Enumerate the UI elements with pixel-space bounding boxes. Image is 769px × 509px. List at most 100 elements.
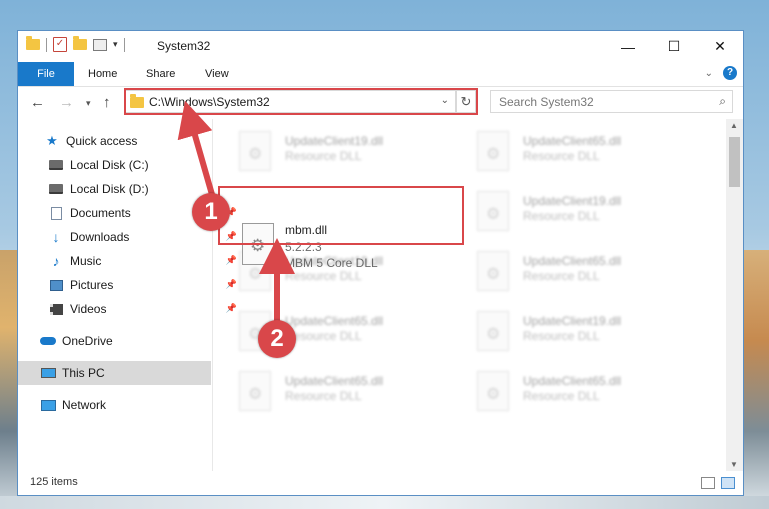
scroll-up-icon[interactable]: ▲ [730, 121, 738, 130]
dll-file-icon [242, 223, 274, 265]
file-description: Resource DLL [523, 269, 600, 283]
dll-file-icon [477, 251, 509, 291]
sidebar-item-local-disk-c[interactable]: Local Disk (C:) [18, 153, 241, 177]
search-icon[interactable]: ⌕ [719, 94, 726, 109]
file-item[interactable]: UpdateClient65.dll Resource DLL [451, 243, 671, 291]
sidebar-item-label: This PC [62, 366, 105, 380]
file-description: MBM 5 Core DLL [285, 256, 378, 270]
sidebar-item-label: Network [62, 398, 107, 412]
sidebar-item-label: Local Disk (D:) [70, 182, 149, 196]
pictures-icon [49, 279, 63, 291]
back-arrow-icon[interactable]: ← [30, 94, 45, 111]
sidebar-item-pictures[interactable]: Pictures 📌 [18, 273, 241, 297]
close-button[interactable]: ✕ [697, 31, 743, 62]
file-description: Resource DLL [285, 329, 362, 343]
search-box[interactable]: Search System32 ⌕ [490, 90, 733, 113]
status-bar: 125 items [18, 471, 743, 495]
quick-access-toolbar: ✓ ▾ [26, 36, 125, 52]
sidebar-item-quick-access[interactable]: ★ Quick access [18, 129, 237, 153]
tab-home[interactable]: Home [88, 62, 117, 86]
sidebar-item-documents[interactable]: Documents 📌 [18, 201, 241, 225]
selected-file-item[interactable]: mbm.dll 5.2.2.3 MBM 5 Core DLL [237, 217, 459, 273]
window-title: System32 [157, 39, 211, 53]
maximize-button[interactable]: ☐ [651, 31, 697, 62]
details-view-icon[interactable] [701, 477, 715, 489]
file-name: UpdateClient19.dll [523, 314, 622, 328]
window-controls: — ☐ ✕ [605, 31, 743, 62]
sidebar-item-downloads[interactable]: ↓ Downloads 📌 [18, 225, 241, 249]
file-list: UpdateClient19.dll Resource DLL UpdateCl… [213, 119, 727, 471]
file-item[interactable]: UpdateClient65.dll Resource DLL [451, 363, 671, 411]
address-bar-highlight [124, 88, 478, 115]
dll-file-icon [477, 311, 509, 351]
file-description: Resource DLL [285, 389, 362, 403]
toolbar-divider [46, 37, 47, 52]
file-item[interactable]: UpdateClient19.dll Resource DLL [451, 183, 671, 231]
sidebar-item-label: Quick access [66, 134, 138, 148]
navigation-pane: ★ Quick access Local Disk (C:) Local Dis… [18, 119, 237, 471]
file-name: mbm.dll [285, 223, 328, 237]
sidebar-item-label: Videos [70, 302, 107, 316]
dll-file-icon [477, 131, 509, 171]
dll-file-icon [239, 131, 271, 171]
dll-file-icon [477, 191, 509, 231]
dll-file-icon [477, 371, 509, 411]
vertical-scrollbar[interactable]: ▲ ▼ [726, 119, 743, 471]
tab-share[interactable]: Share [146, 62, 175, 86]
dll-file-icon [239, 311, 271, 351]
large-icons-view-icon[interactable] [721, 477, 735, 489]
ribbon-right-controls: ⌄ ? [705, 66, 737, 80]
desktop-background-left [0, 250, 18, 509]
file-item[interactable]: UpdateClient65.dll Resource DLL [451, 123, 671, 171]
file-description: Resource DLL [285, 149, 362, 163]
file-item[interactable]: UpdateClient19.dll Resource DLL [451, 303, 671, 351]
file-version: 5.2.2.3 [285, 240, 322, 254]
file-item[interactable]: UpdateClient19.dll Resource DLL [213, 123, 433, 171]
ribbon-tabs: File Home Share View ⌄ ? [18, 62, 743, 87]
sidebar-item-this-pc[interactable]: This PC [18, 361, 211, 385]
file-name: UpdateClient65.dll [285, 314, 384, 328]
new-folder-icon[interactable] [73, 36, 87, 50]
customize-toolbar-chevron-icon[interactable]: ▾ [113, 39, 118, 50]
sidebar-item-label: Documents [70, 206, 131, 220]
file-description: Resource DLL [523, 149, 600, 163]
sidebar-item-label: Local Disk (C:) [70, 158, 149, 172]
up-arrow-icon[interactable]: ↑ [103, 94, 111, 111]
file-description: Resource DLL [523, 329, 600, 343]
properties-icon[interactable] [93, 38, 107, 51]
sidebar-item-videos[interactable]: Videos 📌 [18, 297, 241, 321]
videos-icon [49, 303, 63, 315]
recent-locations-chevron-icon[interactable]: ▾ [86, 98, 91, 109]
sidebar-item-onedrive[interactable]: OneDrive [18, 329, 233, 353]
title-bar: ✓ ▾ System32 — ☐ ✕ [18, 31, 743, 62]
disk-icon [49, 184, 63, 194]
tab-view[interactable]: View [205, 62, 229, 86]
forward-arrow-icon[interactable]: → [59, 94, 74, 111]
item-count: 125 items [30, 476, 78, 488]
properties-check-icon[interactable]: ✓ [53, 37, 67, 52]
help-icon[interactable]: ? [723, 66, 737, 80]
desktop-background-right [744, 250, 769, 509]
file-name: UpdateClient65.dll [523, 374, 622, 388]
tab-file[interactable]: File [18, 62, 74, 86]
file-item[interactable]: UpdateClient65.dll Resource DLL [213, 303, 433, 351]
sidebar-item-label: Pictures [70, 278, 114, 292]
scrollbar-thumb[interactable] [729, 137, 740, 187]
dll-file-icon [239, 371, 271, 411]
minimize-button[interactable]: — [605, 31, 651, 62]
sidebar-item-network[interactable]: Network [18, 393, 233, 417]
file-explorer-window: ✓ ▾ System32 — ☐ ✕ File Home Share View … [17, 30, 744, 496]
file-item[interactable]: UpdateClient65.dll Resource DLL [213, 363, 433, 411]
sidebar-item-label: Downloads [70, 230, 130, 244]
scroll-down-icon[interactable]: ▼ [730, 460, 738, 469]
file-name: UpdateClient65.dll [285, 374, 384, 388]
sidebar-item-music[interactable]: ♪ Music 📌 [18, 249, 241, 273]
music-icon: ♪ [52, 253, 60, 269]
star-icon: ★ [46, 133, 58, 148]
expand-ribbon-chevron-icon[interactable]: ⌄ [705, 68, 713, 79]
search-input[interactable]: Search System32 [499, 95, 594, 109]
file-description: Resource DLL [523, 389, 600, 403]
sidebar-item-local-disk-d[interactable]: Local Disk (D:) [18, 177, 241, 201]
file-name: UpdateClient65.dll [523, 254, 622, 268]
network-icon [40, 399, 56, 411]
